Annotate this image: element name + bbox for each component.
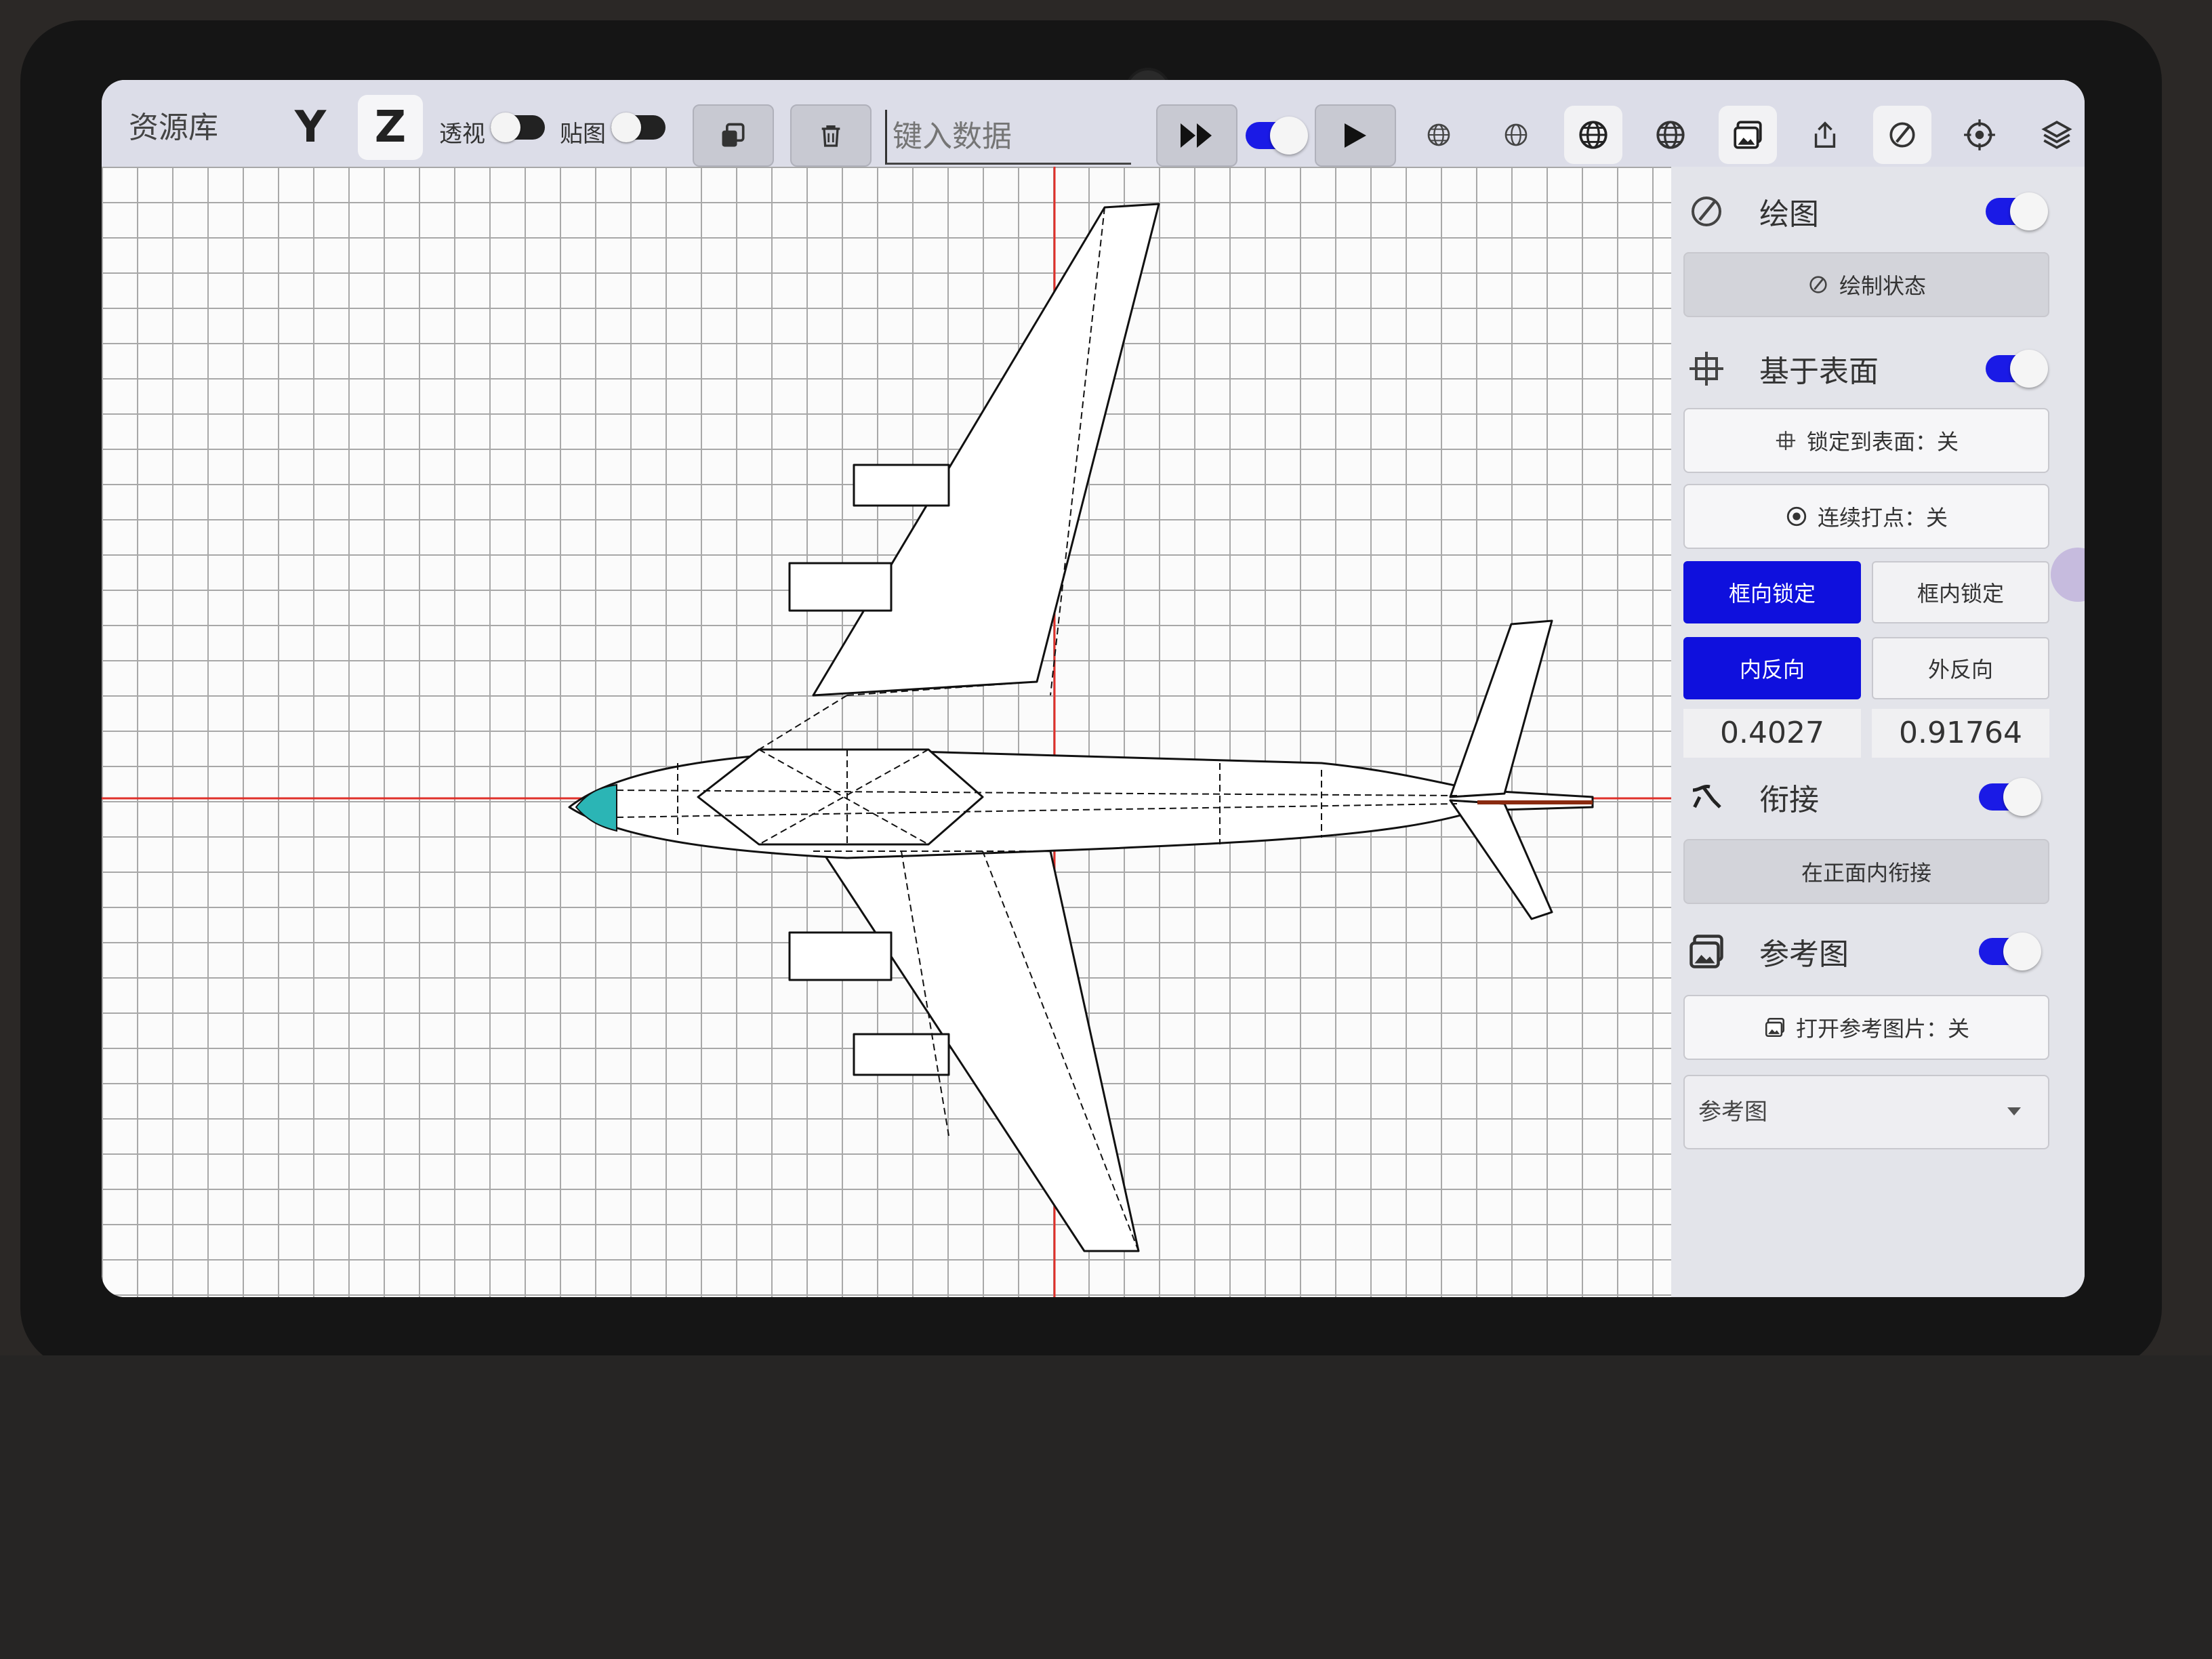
axis-z-button[interactable]: Z (358, 95, 423, 160)
library-button[interactable]: 资源库 (129, 103, 218, 146)
compass-draw-icon (1889, 122, 1915, 148)
value-right-field[interactable]: 0.91764 (1872, 709, 2049, 758)
draw-title: 绘图 (1759, 197, 1819, 232)
frame-direction-lock-button[interactable]: 框向锁定 (1683, 561, 1861, 623)
export-button[interactable] (1796, 106, 1854, 164)
inner-reverse-button[interactable]: 内反向 (1683, 637, 1861, 699)
connect-front-label: 在正面内衔接 (1801, 860, 1931, 886)
toggle-knob (611, 112, 641, 142)
engine-4 (853, 1033, 950, 1076)
toggle-knob (2010, 192, 2048, 230)
perspective-toggle[interactable] (491, 112, 545, 142)
connect-front-button[interactable]: 在正面内衔接 (1683, 839, 2049, 904)
layers-icon (2041, 121, 2072, 149)
reference-title: 参考图 (1759, 937, 1849, 972)
globe-active-button[interactable] (1564, 106, 1622, 164)
reference-image-button[interactable] (1719, 106, 1777, 164)
toggle-knob (2003, 933, 2041, 970)
continuous-dot-label: 连续打点：关 (1817, 505, 1948, 531)
copy-button[interactable] (693, 104, 774, 167)
engine-3 (788, 931, 893, 981)
upper-wing (812, 203, 1160, 697)
draw-state-button[interactable]: 绘制状态 (1683, 252, 2049, 317)
reference-section-header: 参考图 (1671, 918, 2051, 985)
lock-to-surface-label: 锁定到表面：关 (1806, 429, 1959, 455)
connect-title: 衔接 (1759, 783, 1819, 817)
play-button[interactable] (1315, 104, 1396, 167)
connect-section-header: 衔接 (1671, 763, 2051, 831)
radio-dot-icon (1786, 506, 1807, 527)
fast-forward-button[interactable] (1156, 104, 1237, 167)
autoplay-toggle[interactable] (1246, 117, 1308, 155)
engine-2 (788, 562, 893, 612)
draw-section-header: 绘图 (1671, 178, 2051, 245)
compass-draw-icon (1692, 197, 1721, 226)
axis-y-button[interactable]: Y (278, 95, 343, 160)
crosshair-icon (1964, 119, 1995, 150)
reference-dropdown-value: 参考图 (1698, 1099, 1767, 1126)
link-curve-icon (1692, 785, 1721, 808)
globe-large-button[interactable] (1641, 106, 1700, 164)
globe-icon (1504, 123, 1528, 146)
draw-toggle[interactable] (1986, 192, 2048, 230)
chevron-down-icon (2007, 1107, 2021, 1115)
open-reference-button[interactable]: 打开参考图片：关 (1683, 995, 2049, 1060)
engine-1 (853, 464, 950, 507)
crosshair-icon (1689, 352, 1723, 386)
delete-button[interactable] (790, 104, 872, 167)
globe-icon (1427, 123, 1450, 146)
wing-center-box (697, 748, 984, 846)
airplane-wireframe (102, 167, 1671, 1297)
globe-icon (1579, 121, 1607, 149)
texture-label: 贴图 (560, 121, 606, 148)
in-frame-lock-button[interactable]: 框内锁定 (1872, 561, 2049, 623)
target-button[interactable] (1950, 106, 2009, 164)
globe-outline-button[interactable] (1487, 106, 1545, 164)
outer-reverse-button[interactable]: 外反向 (1872, 637, 2049, 699)
surface-section-header: 基于表面 (1671, 335, 2051, 403)
image-icon (1734, 121, 1762, 149)
cockpit (575, 783, 617, 832)
app-screen: 资源库 Y Z 透视 贴图 键入数据 绘图 绘制状态 基于表面 锁定到表面：关 … (102, 80, 2085, 1297)
connect-toggle[interactable] (1979, 778, 2041, 816)
perspective-label: 透视 (439, 121, 485, 148)
draw-state-label: 绘制状态 (1839, 273, 1926, 299)
tail-upper (1449, 619, 1553, 798)
image-icon (1689, 935, 1723, 968)
play-icon (1345, 123, 1366, 148)
draw-mode-button[interactable] (1873, 106, 1931, 164)
globe-icon (1656, 121, 1685, 149)
toggle-knob (1270, 117, 1308, 155)
reference-dropdown[interactable]: 参考图 (1683, 1075, 2049, 1149)
toggle-knob (491, 112, 520, 142)
trash-icon (821, 125, 840, 147)
copy-icon (722, 123, 745, 147)
keyboard-cover (0, 1355, 2212, 1659)
top-toolbar: 资源库 Y Z 透视 贴图 (102, 80, 2085, 167)
value-left-field[interactable]: 0.4027 (1683, 709, 1861, 758)
continuous-dot-button[interactable]: 连续打点：关 (1683, 484, 2049, 549)
fast-forward-icon (1181, 123, 1212, 148)
toggle-knob (2003, 778, 2041, 816)
surface-title: 基于表面 (1759, 354, 1879, 389)
compass-draw-icon (1809, 276, 1827, 293)
open-reference-label: 打开参考图片：关 (1795, 1016, 1969, 1042)
texture-toggle[interactable] (611, 112, 665, 142)
globe-small-button[interactable] (1410, 106, 1468, 164)
toggle-knob (2010, 350, 2048, 388)
crosshair-icon (1776, 430, 1796, 451)
data-input[interactable] (885, 110, 1131, 165)
drawing-canvas[interactable] (102, 167, 1671, 1297)
share-icon (1814, 121, 1836, 148)
layers-button[interactable] (2028, 106, 2085, 164)
surface-toggle[interactable] (1986, 350, 2048, 388)
reference-toggle[interactable] (1979, 933, 2041, 970)
lock-to-surface-button[interactable]: 锁定到表面：关 (1683, 408, 2049, 473)
side-panel: 绘图 绘制状态 基于表面 锁定到表面：关 连续打点：关 框向锁定 框内锁定 内反… (1671, 167, 2085, 1297)
tail-lower (1449, 799, 1553, 920)
image-icon (1765, 1017, 1785, 1038)
